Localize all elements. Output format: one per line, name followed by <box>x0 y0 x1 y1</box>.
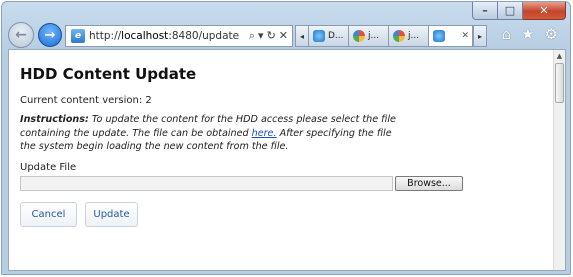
here-link[interactable]: here. <box>252 128 277 139</box>
instructions-label: Instructions: <box>20 114 89 125</box>
back-button[interactable]: ← <box>8 22 34 48</box>
tab-2[interactable]: j... <box>349 25 389 47</box>
forward-button[interactable]: → <box>38 23 62 47</box>
scroll-thumb[interactable] <box>555 63 564 103</box>
forward-arrow-icon: → <box>44 27 56 43</box>
close-window-button[interactable]: ✕ <box>523 2 566 20</box>
search-icon[interactable]: ⌕ <box>249 29 255 43</box>
tab-label: j... <box>408 31 420 41</box>
tab-1[interactable]: D... <box>309 25 349 47</box>
address-url[interactable]: http://localhost:8480/update <box>89 30 249 42</box>
tab-label: D... <box>328 31 344 41</box>
ie-icon <box>433 30 445 42</box>
update-file-input[interactable] <box>20 176 393 191</box>
dropdown-icon[interactable]: ▾ <box>258 29 264 43</box>
page-title: HDD Content Update <box>20 65 197 83</box>
browser-window: – □ ✕ ← → e http://localhost:8480/update… <box>1 1 571 275</box>
refresh-icon[interactable]: ↻ <box>267 29 276 43</box>
multicolor-icon <box>353 30 365 42</box>
gear-icon[interactable]: ⚙ <box>545 25 558 43</box>
vertical-scrollbar[interactable]: ▲ <box>553 50 565 270</box>
update-button[interactable]: Update <box>85 202 138 227</box>
favorites-star-icon[interactable]: ★ <box>521 25 534 43</box>
minimize-button[interactable]: – <box>472 2 498 20</box>
page-viewport: HDD Content Update Current content versi… <box>8 49 566 271</box>
form-actions: Cancel Update <box>20 202 138 227</box>
update-file-label: Update File <box>20 162 77 173</box>
window-controls: – □ ✕ <box>472 2 566 20</box>
toolbar-icons: ⌂ ★ ⚙ <box>502 25 558 43</box>
tab-label: j... <box>368 31 380 41</box>
stop-icon[interactable]: ✕ <box>279 29 288 43</box>
home-icon[interactable]: ⌂ <box>502 25 512 43</box>
content-version-text: Current content version: 2 <box>20 95 152 106</box>
address-bar[interactable]: e http://localhost:8480/update ⌕ ▾ ↻ ✕ <box>65 25 293 47</box>
back-arrow-icon: ← <box>15 27 27 43</box>
close-tab-icon[interactable]: ✕ <box>461 31 469 41</box>
ie-page-icon: e <box>71 29 85 43</box>
scroll-up-icon[interactable]: ▲ <box>554 50 565 62</box>
multicolor-icon <box>393 30 405 42</box>
tab-strip: ◂ D... j... j... ✕ ▸ <box>295 25 487 47</box>
maximize-button[interactable]: □ <box>498 2 523 20</box>
navigation-bar: ← → e http://localhost:8480/update ⌕ ▾ ↻… <box>2 19 570 49</box>
browse-button[interactable]: Browse... <box>395 176 463 191</box>
ie-icon <box>313 30 325 42</box>
instructions-text: Instructions: To update the content for … <box>20 114 396 152</box>
cancel-button[interactable]: Cancel <box>20 202 77 227</box>
tab-scroll-right-icon[interactable]: ▸ <box>473 25 487 47</box>
tab-3[interactable]: j... <box>389 25 429 47</box>
tab-scroll-left-icon[interactable]: ◂ <box>295 25 309 47</box>
tab-active[interactable]: ✕ <box>429 25 473 47</box>
file-picker: Browse... <box>20 176 463 191</box>
